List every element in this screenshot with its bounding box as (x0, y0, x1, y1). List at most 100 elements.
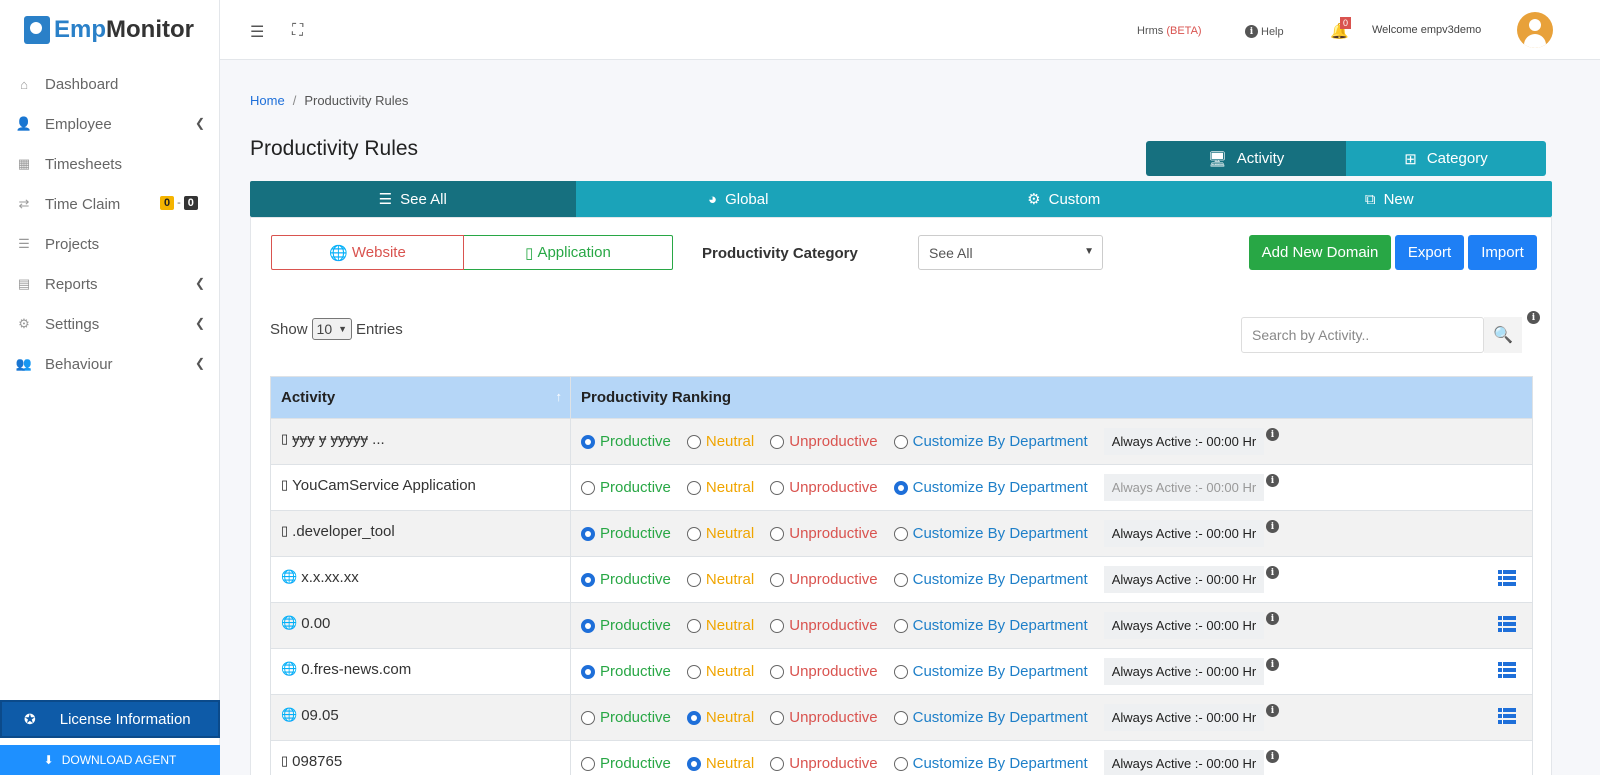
department-list-icon[interactable] (1498, 662, 1516, 678)
customize-by-department-radio[interactable] (893, 526, 908, 541)
activity-tab-button[interactable]: 🖥 Activity (1146, 141, 1346, 176)
info-icon[interactable]: i (1527, 311, 1540, 324)
always-active-field[interactable]: Always Active :- 00:00 Hr (1103, 704, 1265, 731)
tab-global[interactable]: ◕ Global (575, 181, 901, 217)
import-button[interactable]: Import (1468, 235, 1537, 270)
productive-option[interactable]: Productive (581, 571, 671, 588)
info-icon[interactable]: i (1266, 474, 1279, 487)
always-active-field[interactable]: Always Active :- 00:00 Hr (1103, 658, 1265, 685)
productive-option[interactable]: Productive (581, 617, 671, 634)
neutral-option[interactable]: Neutral (686, 571, 754, 588)
customize-by-department-option[interactable]: Customize By Department (893, 433, 1088, 450)
breadcrumb-home-link[interactable]: Home (250, 93, 285, 108)
unproductive-radio[interactable] (770, 664, 785, 679)
unproductive-option[interactable]: Unproductive (770, 709, 878, 726)
productive-radio[interactable] (581, 710, 595, 725)
neutral-radio[interactable] (686, 572, 701, 587)
column-activity[interactable]: Activity ↑ (271, 377, 571, 418)
sidebar-item-time-claim[interactable]: ⇄ Time Claim 0 - 0 (0, 184, 219, 224)
productive-option[interactable]: Productive (581, 709, 671, 726)
customize-by-department-option[interactable]: Customize By Department (893, 479, 1088, 496)
unproductive-option[interactable]: Unproductive (770, 433, 878, 450)
unproductive-option[interactable]: Unproductive (770, 663, 878, 680)
sidebar-item-dashboard[interactable]: ⌂ Dashboard (0, 64, 219, 104)
always-active-field[interactable]: Always Active :- 00:00 Hr (1103, 520, 1265, 547)
sidebar-item-settings[interactable]: ⚙ Settings ❮ (0, 304, 219, 344)
neutral-option[interactable]: Neutral (686, 755, 754, 772)
customize-by-department-option[interactable]: Customize By Department (893, 755, 1088, 772)
always-active-field[interactable]: Always Active :- 00:00 Hr (1103, 612, 1265, 639)
unproductive-radio[interactable] (770, 572, 785, 587)
neutral-radio[interactable] (686, 434, 701, 449)
productivity-category-select[interactable]: See All ▼ (918, 235, 1103, 270)
customize-by-department-option[interactable]: Customize By Department (893, 617, 1088, 634)
unproductive-option[interactable]: Unproductive (770, 571, 878, 588)
productive-radio[interactable] (581, 526, 595, 541)
logo[interactable]: EmpMonitor (0, 0, 219, 60)
fullscreen-icon[interactable]: ⛶ (292, 22, 303, 40)
always-active-field[interactable]: Always Active :- 00:00 Hr (1103, 750, 1265, 775)
tab-custom[interactable]: ⚙ Custom (901, 181, 1227, 217)
customize-by-department-radio[interactable] (893, 618, 908, 633)
department-list-icon[interactable] (1498, 708, 1516, 724)
neutral-radio[interactable] (686, 618, 701, 633)
customize-by-department-option[interactable]: Customize By Department (893, 663, 1088, 680)
department-list-icon[interactable] (1498, 570, 1516, 586)
productive-radio[interactable] (581, 572, 595, 587)
productive-radio[interactable] (581, 480, 595, 495)
neutral-radio[interactable] (686, 756, 701, 771)
info-icon[interactable]: i (1266, 428, 1279, 441)
download-agent-button[interactable]: ⬇ DOWNLOAD AGENT (0, 745, 220, 775)
unproductive-option[interactable]: Unproductive (770, 617, 878, 634)
productive-option[interactable]: Productive (581, 433, 671, 450)
menu-toggle-icon[interactable]: ☰ (250, 22, 264, 42)
info-icon[interactable]: i (1266, 704, 1279, 717)
license-information-button[interactable]: ✪ License Information (0, 700, 220, 738)
tab-new[interactable]: ⧉ New (1226, 181, 1552, 217)
tab-see-all[interactable]: ☰ See All (250, 181, 576, 217)
sidebar-item-reports[interactable]: ▤ Reports ❮ (0, 264, 219, 304)
productive-radio[interactable] (581, 434, 595, 449)
category-tab-button[interactable]: ⊞ Category (1346, 141, 1546, 176)
info-icon[interactable]: i (1266, 612, 1279, 625)
neutral-option[interactable]: Neutral (686, 709, 754, 726)
search-button[interactable]: 🔍 (1484, 317, 1522, 353)
search-input[interactable]: Search by Activity.. (1241, 317, 1484, 353)
hrms-link[interactable]: Hrms (BETA) (1137, 25, 1202, 37)
customize-by-department-radio[interactable] (893, 664, 908, 679)
neutral-option[interactable]: Neutral (686, 663, 754, 680)
info-icon[interactable]: i (1266, 520, 1279, 533)
neutral-radio[interactable] (686, 710, 701, 725)
unproductive-option[interactable]: Unproductive (770, 525, 878, 542)
customize-by-department-option[interactable]: Customize By Department (893, 525, 1088, 542)
productive-radio[interactable] (581, 756, 595, 771)
productive-option[interactable]: Productive (581, 755, 671, 772)
customize-by-department-option[interactable]: Customize By Department (893, 709, 1088, 726)
sidebar-item-projects[interactable]: ☰ Projects (0, 224, 219, 264)
always-active-field[interactable]: Always Active :- 00:00 Hr (1103, 474, 1265, 501)
info-icon[interactable]: i (1266, 566, 1279, 579)
customize-by-department-radio[interactable] (893, 480, 908, 495)
neutral-radio[interactable] (686, 526, 701, 541)
help-link[interactable]: i Help (1245, 25, 1284, 38)
unproductive-radio[interactable] (770, 480, 785, 495)
unproductive-radio[interactable] (770, 756, 785, 771)
neutral-option[interactable]: Neutral (686, 525, 754, 542)
customize-by-department-radio[interactable] (893, 572, 908, 587)
neutral-option[interactable]: Neutral (686, 617, 754, 634)
neutral-radio[interactable] (686, 664, 701, 679)
add-new-domain-button[interactable]: Add New Domain (1249, 235, 1391, 270)
neutral-option[interactable]: Neutral (686, 479, 754, 496)
productive-radio[interactable] (581, 618, 595, 633)
productive-radio[interactable] (581, 664, 595, 679)
sidebar-item-behaviour[interactable]: 👥 Behaviour ❮ (0, 344, 219, 384)
customize-by-department-radio[interactable] (893, 710, 908, 725)
avatar[interactable] (1517, 12, 1553, 48)
info-icon[interactable]: i (1266, 658, 1279, 671)
info-icon[interactable]: i (1266, 750, 1279, 763)
productive-option[interactable]: Productive (581, 525, 671, 542)
customize-by-department-radio[interactable] (893, 434, 908, 449)
always-active-field[interactable]: Always Active :- 00:00 Hr (1103, 428, 1265, 455)
department-list-icon[interactable] (1498, 616, 1516, 632)
export-button[interactable]: Export (1395, 235, 1464, 270)
